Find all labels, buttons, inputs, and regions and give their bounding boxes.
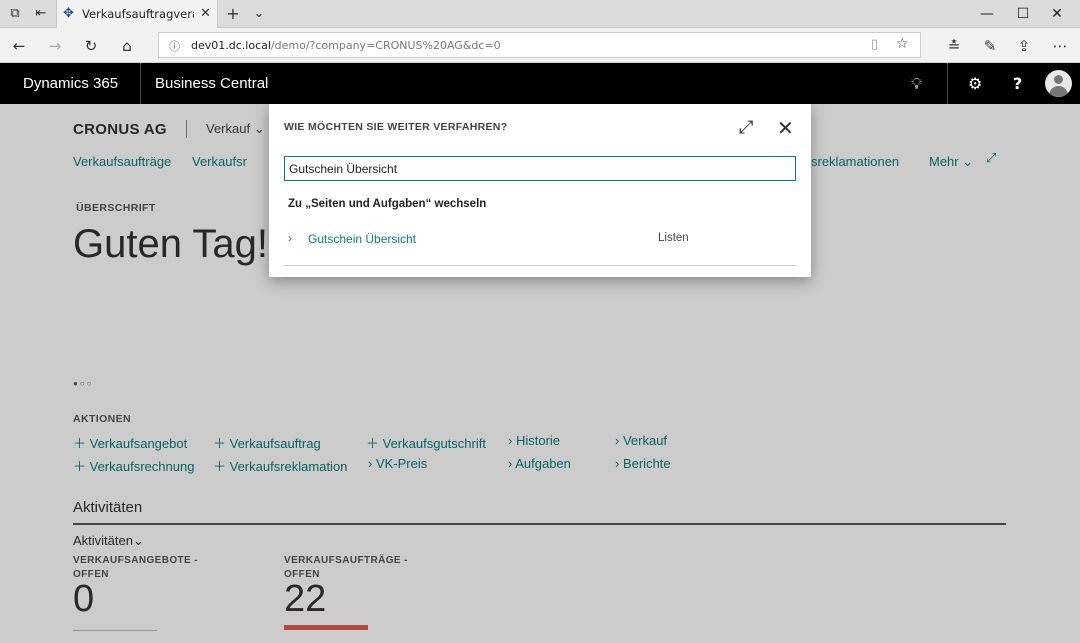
avatar-body-shape: [1049, 86, 1068, 97]
home-icon[interactable]: ⌂: [116, 35, 138, 57]
user-avatar[interactable]: [1045, 70, 1072, 97]
app-name[interactable]: Business Central: [155, 75, 268, 92]
lightbulb-icon[interactable]: 💡︎: [911, 74, 922, 94]
expand-icon[interactable]: ⤢: [739, 117, 753, 138]
tab-list-chevron-icon[interactable]: ⌄: [250, 5, 268, 23]
d365-app-bar: Dynamics 365 Business Central 💡︎ ⚙ ?: [0, 63, 1080, 104]
tab-set-aside-icon[interactable]: ⧉: [6, 5, 24, 23]
search-input[interactable]: [284, 156, 796, 181]
tab-title: Verkaufsauftragverarbei: [82, 7, 194, 21]
favorite-star-icon[interactable]: ☆: [896, 36, 909, 52]
product-name[interactable]: Dynamics 365: [23, 75, 118, 92]
refresh-icon[interactable]: ↻: [80, 35, 102, 57]
result-row[interactable]: › Gutschein Übersicht Listen: [284, 227, 796, 251]
web-note-icon[interactable]: ✎: [979, 35, 1001, 57]
reading-view-icon[interactable]: ▯: [871, 37, 878, 52]
share-icon[interactable]: ⇪: [1013, 35, 1035, 57]
result-name[interactable]: Gutschein Übersicht: [308, 232, 416, 246]
url-path: /demo/?company=CRONUS%20AG&dc=0: [270, 39, 501, 52]
chevron-right-icon: ›: [288, 231, 292, 245]
browser-tab-bar: ⧉ ⇤ ✥ Verkaufsauftragverarbei ✕ + ⌄ — ☐ …: [0, 0, 1080, 28]
result-category: Listen: [658, 232, 689, 244]
dynamics-favicon-icon: ✥: [63, 6, 74, 21]
browser-tab[interactable]: ✥ Verkaufsauftragverarbei ✕: [56, 0, 218, 28]
tab-close-icon[interactable]: ✕: [200, 6, 211, 21]
close-icon[interactable]: ✕: [777, 116, 794, 141]
forward-icon[interactable]: →: [44, 35, 66, 57]
back-icon[interactable]: ←: [8, 35, 30, 57]
results-section-header: Zu „Seiten und Aufgaben“ wechseln: [288, 198, 487, 210]
dialog-title: WIE MÖCHTEN SIE WEITER VERFAHREN?: [284, 121, 508, 133]
url-host: dev01.dc.local: [191, 39, 271, 52]
favorites-hub-icon[interactable]: ≛: [943, 35, 965, 57]
settings-gear-icon[interactable]: ⚙: [968, 74, 982, 93]
divider: [140, 63, 141, 104]
tab-preview-icon[interactable]: ⇤: [32, 5, 50, 23]
browser-address-bar: ← → ↻ ⌂ ⓘ dev01.dc.local/demo/?company=C…: [0, 28, 1080, 63]
url-field[interactable]: ⓘ dev01.dc.local/demo/?company=CRONUS%20…: [158, 32, 921, 58]
more-icon[interactable]: ⋯: [1049, 35, 1071, 57]
site-info-icon[interactable]: ⓘ: [169, 38, 180, 54]
new-tab-icon[interactable]: +: [224, 5, 242, 23]
window-close-icon[interactable]: ✕: [1034, 0, 1080, 28]
help-icon[interactable]: ?: [1013, 74, 1022, 93]
tell-me-dialog: WIE MÖCHTEN SIE WEITER VERFAHREN? ⤢ ✕ Zu…: [269, 104, 811, 277]
avatar-head-shape: [1054, 75, 1063, 84]
url-text: dev01.dc.local/demo/?company=CRONUS%20AG…: [191, 39, 501, 52]
divider: [947, 63, 948, 104]
divider: [284, 265, 796, 266]
